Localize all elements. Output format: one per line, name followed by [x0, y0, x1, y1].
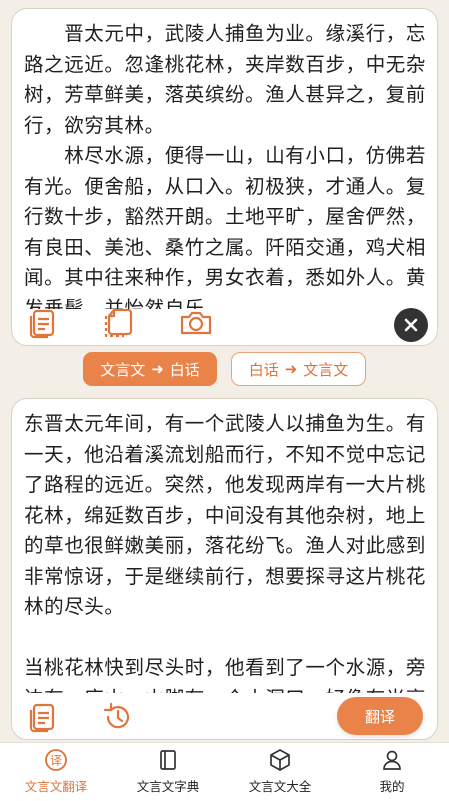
- mode-to-label: 白话: [169, 360, 200, 379]
- paste-icon[interactable]: [24, 305, 60, 341]
- clear-close-icon[interactable]: [394, 308, 428, 342]
- translate-icon: 译: [45, 749, 67, 771]
- svg-text:译: 译: [50, 754, 62, 768]
- mode-to-label: 文言文: [303, 360, 349, 379]
- tab-classical-translate[interactable]: 译 文言文翻译: [0, 747, 112, 799]
- tab-dictionary[interactable]: 文言文字典: [112, 747, 224, 799]
- classical-to-modern-button[interactable]: 文言文 ➜ 白话: [83, 352, 217, 386]
- mode-from-label: 白话: [248, 360, 279, 379]
- translation-card: 东晋太元年间，有一个武陵人以捕鱼为生。有一天，他沿着溪流划船而行，不知不觉中忘记…: [11, 398, 438, 740]
- copy-file-icon[interactable]: [100, 305, 136, 341]
- camera-icon[interactable]: [178, 305, 214, 341]
- mode-from-label: 文言文: [100, 360, 146, 379]
- modern-to-classical-button[interactable]: 白话 ➜ 文言文: [231, 352, 366, 386]
- translation-text: 东晋太元年间，有一个武陵人以捕鱼为生。有一天，他沿着溪流划船而行，不知不觉中忘记…: [24, 412, 427, 693]
- source-text[interactable]: 晋太元中，武陵人捕鱼为业。缘溪行，忘路之远近。忽逢桃花林，夹岸数百步，中无杂树，…: [24, 19, 427, 309]
- tab-label: 我的: [379, 779, 405, 794]
- translate-button[interactable]: 翻译: [337, 697, 423, 735]
- box-icon: [270, 749, 290, 771]
- arrow-right-icon: ➜: [151, 360, 164, 378]
- bottom-tab-bar: 译 文言文翻译 文言文字典 文言文大全 我的: [0, 742, 449, 801]
- source-text-card: 晋太元中，武陵人捕鱼为业。缘溪行，忘路之远近。忽逢桃花林，夹岸数百步，中无杂树，…: [11, 8, 438, 346]
- tab-label: 文言文翻译: [24, 779, 88, 794]
- copy-icon[interactable]: [24, 699, 60, 735]
- book-icon: [160, 750, 176, 770]
- tab-label: 文言文字典: [136, 779, 200, 794]
- history-icon[interactable]: [100, 699, 136, 735]
- arrow-right-icon: ➜: [284, 360, 298, 378]
- tab-label: 文言文大全: [248, 779, 312, 794]
- person-icon: [383, 750, 401, 770]
- tab-collection[interactable]: 文言文大全: [224, 747, 336, 799]
- tab-profile[interactable]: 我的: [336, 747, 448, 799]
